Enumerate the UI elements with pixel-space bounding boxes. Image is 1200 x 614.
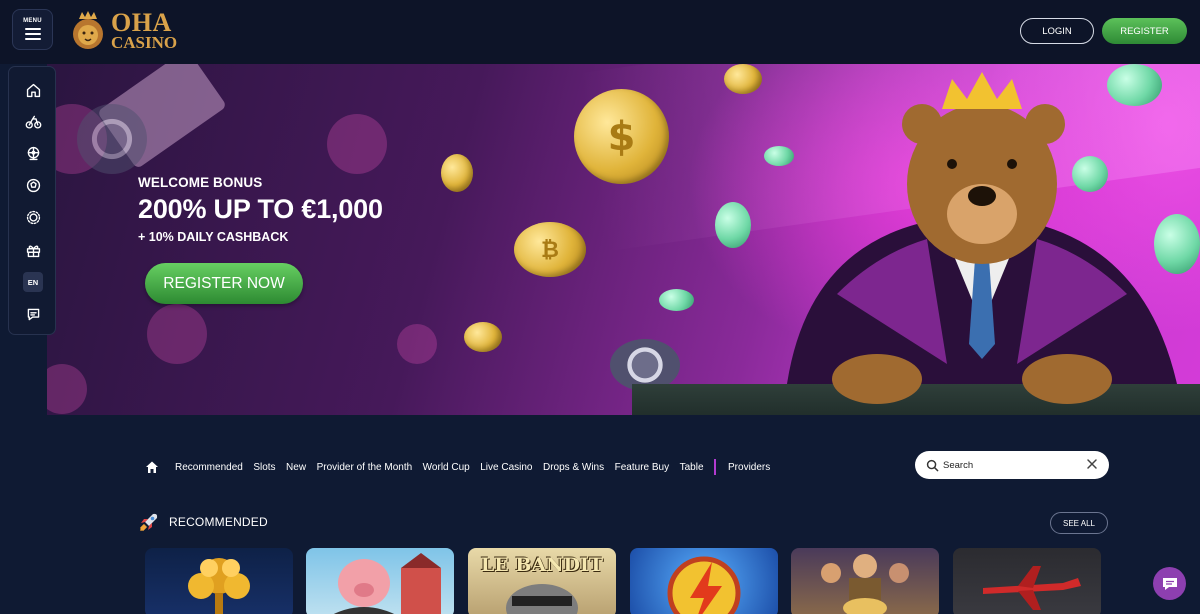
chat-icon	[27, 308, 39, 320]
sidebar-item-sports[interactable]	[22, 110, 44, 132]
register-now-button[interactable]: REGISTER NOW	[145, 263, 303, 304]
nav-item-feature-buy[interactable]: Feature Buy	[615, 462, 669, 473]
bokeh	[397, 324, 437, 364]
bokeh	[47, 364, 87, 414]
sidebar-item-football[interactable]	[22, 174, 44, 196]
lion-logo-icon	[73, 11, 103, 49]
game-tile[interactable]	[306, 548, 454, 614]
sidebar: EN	[8, 66, 56, 335]
gods-characters-image	[821, 554, 909, 614]
nav-item-providers[interactable]: Providers	[728, 462, 770, 473]
section-title: RECOMMENDED	[169, 515, 268, 529]
hero-text: WELCOME BONUS 200% UP TO €1,000 + 10% DA…	[138, 175, 383, 244]
golden-tree-image	[188, 558, 250, 614]
poker-chip-image	[77, 104, 147, 174]
hamburger-icon-bar	[24, 37, 41, 40]
nav-divider	[714, 459, 717, 475]
nav-item-slots[interactable]: Slots	[253, 462, 275, 473]
nav-item-live-casino[interactable]: Live Casino	[480, 462, 532, 473]
pig-character-image	[333, 553, 441, 614]
menu-label: MENU	[23, 18, 42, 24]
category-nav: Recommended Slots New Provider of the Mo…	[145, 456, 781, 478]
search-input[interactable]	[943, 459, 1083, 471]
home-icon[interactable]	[145, 460, 159, 474]
nav-item-drops-wins[interactable]: Drops & Wins	[543, 462, 604, 473]
search-icon	[926, 459, 939, 471]
see-all-button[interactable]: SEE ALL	[1050, 512, 1108, 534]
live-chat-button[interactable]	[1153, 567, 1186, 600]
logo-text-sub: CASINO	[111, 33, 178, 53]
nav-item-new[interactable]: New	[286, 462, 306, 473]
bear-mascot-image	[787, 72, 1177, 404]
hero-subtitle: WELCOME BONUS	[138, 175, 263, 190]
hamburger-icon	[24, 27, 41, 30]
login-button[interactable]: LOGIN	[1020, 18, 1094, 44]
sidebar-item-support[interactable]	[22, 303, 44, 325]
register-button[interactable]: REGISTER	[1102, 18, 1187, 44]
logo[interactable]: OHA CASINO	[69, 8, 179, 54]
hero-title: 200% UP TO €1,000	[138, 194, 383, 224]
language-selector[interactable]: EN	[23, 272, 43, 292]
rocket-icon	[140, 513, 158, 531]
logo-text-main: OHA	[111, 7, 172, 37]
close-icon[interactable]	[1086, 458, 1098, 470]
green-coin-image	[715, 202, 751, 248]
top-header: MENU OHA CASINO LOGIN REGISTER	[0, 0, 1200, 64]
sidebar-item-home[interactable]	[22, 79, 44, 101]
game-tile[interactable]	[791, 548, 939, 614]
ferris-wheel-icon	[27, 146, 39, 160]
hamburger-icon-bar	[24, 32, 41, 35]
sidebar-item-live[interactable]	[22, 142, 44, 164]
game-tile[interactable]	[630, 548, 778, 614]
menu-button[interactable]: MENU	[12, 9, 53, 50]
home-icon	[26, 83, 40, 97]
search-box[interactable]	[915, 451, 1109, 479]
lightning-bolt-image	[667, 556, 741, 614]
nav-item-table[interactable]: Table	[680, 462, 704, 473]
raccoon-bandit-image	[506, 584, 578, 614]
chat-bubble-icon	[1162, 577, 1177, 590]
gold-coin-image: $	[574, 89, 669, 184]
recommended-header: RECOMMENDED	[138, 511, 268, 533]
cycling-icon	[25, 115, 41, 129]
game-tile[interactable]: LE BANDIT	[468, 548, 616, 614]
game-tile[interactable]	[953, 548, 1101, 614]
hero-extra: + 10% DAILY CASHBACK	[138, 230, 289, 244]
gold-coin-image: ₿	[514, 222, 586, 277]
game-tile[interactable]	[145, 548, 293, 614]
sidebar-item-gifts[interactable]	[22, 239, 44, 261]
nav-item-world-cup[interactable]: World Cup	[423, 462, 470, 473]
gold-coin-image	[441, 154, 473, 192]
red-plane-image	[983, 566, 1081, 610]
nav-item-recommended[interactable]: Recommended	[175, 462, 243, 473]
nav-item-provider-of-the-month[interactable]: Provider of the Month	[317, 462, 413, 473]
bokeh	[327, 114, 387, 174]
sidebar-item-promotions[interactable]	[22, 206, 44, 228]
gold-coin-image	[464, 322, 502, 352]
sun-icon	[26, 210, 40, 224]
bokeh	[147, 304, 207, 364]
football-icon	[26, 178, 40, 192]
gift-icon	[26, 244, 40, 257]
green-coin-image	[659, 289, 694, 311]
